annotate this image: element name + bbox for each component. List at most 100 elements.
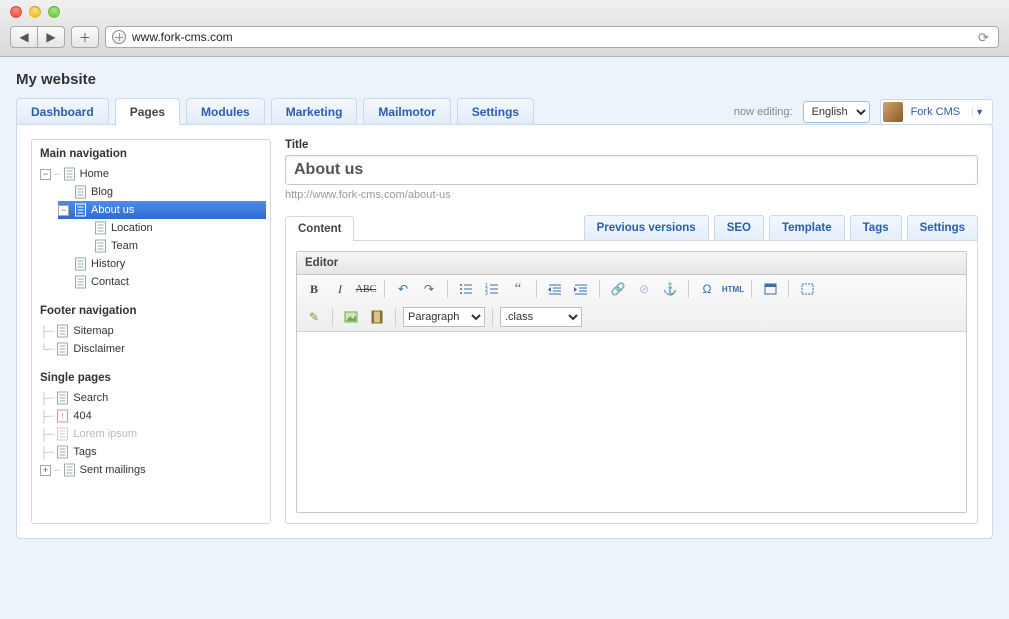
page-icon <box>63 167 76 181</box>
tree-item-contact[interactable]: Contact <box>58 273 266 291</box>
title-input[interactable] <box>285 155 978 185</box>
tree-item-location[interactable]: Location <box>78 219 266 237</box>
back-button[interactable]: ◀ <box>10 26 38 48</box>
tree-item-disclaimer[interactable]: └┄ Disclaimer <box>40 340 266 358</box>
reload-icon[interactable]: ⟳ <box>978 30 992 44</box>
media-button[interactable] <box>366 307 388 327</box>
editor-tab-template[interactable]: Template <box>769 215 845 240</box>
forward-button[interactable]: ▶ <box>37 26 65 48</box>
page-icon <box>94 239 107 253</box>
separator <box>688 280 689 298</box>
anchor-button[interactable]: ⚓ <box>659 279 681 299</box>
avatar <box>883 102 903 122</box>
warning-page-icon: ! <box>56 409 69 423</box>
tree-item-lorem[interactable]: ├┄ Lorem ipsum <box>40 425 266 443</box>
tree-item-label: Location <box>111 222 153 234</box>
tree-item-404[interactable]: ├┄ ! 404 <box>40 407 266 425</box>
page-tree-sidebar: Main navigation − ┄ Home <box>31 139 271 524</box>
special-char-button[interactable]: Ω <box>696 279 718 299</box>
tree-item-label: Lorem ipsum <box>73 428 137 440</box>
class-select[interactable]: .class <box>500 307 582 327</box>
now-editing-label: now editing: <box>734 106 793 118</box>
redo-button[interactable]: ↷ <box>418 279 440 299</box>
tab-pages[interactable]: Pages <box>115 98 180 125</box>
link-button[interactable]: 🔗 <box>607 279 629 299</box>
tree-item-label: 404 <box>73 410 91 422</box>
ordered-list-button[interactable]: 123 <box>481 279 503 299</box>
strike-button[interactable]: ABC <box>355 279 377 299</box>
site-title: My website <box>16 71 993 88</box>
address-bar[interactable]: www.fork-cms.com ⟳ <box>105 26 999 48</box>
close-window-icon[interactable] <box>10 6 22 18</box>
add-bookmark-button[interactable]: ＋ <box>71 26 99 48</box>
editor-canvas[interactable] <box>297 332 966 512</box>
undo-button[interactable]: ↶ <box>392 279 414 299</box>
tree-item-tags[interactable]: ├┄ Tags <box>40 443 266 461</box>
main-tabbar: Dashboard Pages Modules Marketing Mailmo… <box>16 98 534 125</box>
unlink-button[interactable]: ⊘ <box>633 279 655 299</box>
tree-item-sitemap[interactable]: ├┄ Sitemap <box>40 322 266 340</box>
nav-heading-main: Main navigation <box>40 148 266 160</box>
separator <box>332 308 333 326</box>
unordered-list-button[interactable] <box>455 279 477 299</box>
tree-item-sent-mailings[interactable]: + ┄ Sent mailings <box>40 461 266 479</box>
separator <box>395 308 396 326</box>
user-menu[interactable]: Fork CMS ▼ <box>880 99 993 125</box>
nav-heading-single: Single pages <box>40 372 266 384</box>
page-icon <box>74 257 87 271</box>
page-icon <box>56 324 69 338</box>
editor-tab-settings[interactable]: Settings <box>907 215 978 240</box>
tree-item-home[interactable]: − ┄ Home <box>40 165 266 183</box>
tree-item-team[interactable]: Team <box>78 237 266 255</box>
outdent-button[interactable] <box>544 279 566 299</box>
expand-icon[interactable]: + <box>40 465 51 476</box>
browser-chrome: ◀ ▶ ＋ www.fork-cms.com ⟳ <box>0 0 1009 57</box>
editor-toolbar: B I ABC ↶ ↷ 123 “ <box>297 275 966 332</box>
fullscreen-button[interactable] <box>759 279 781 299</box>
page-icon <box>56 427 69 441</box>
italic-button[interactable]: I <box>329 279 351 299</box>
format-select[interactable]: Paragraph <box>403 307 485 327</box>
show-blocks-button[interactable] <box>796 279 818 299</box>
blockquote-button[interactable]: “ <box>507 279 529 299</box>
user-name: Fork CMS <box>911 106 961 118</box>
tab-mailmotor[interactable]: Mailmotor <box>363 98 450 125</box>
page-icon <box>74 203 87 217</box>
page-icon <box>74 185 87 199</box>
svg-text:!: ! <box>62 412 64 421</box>
separator <box>492 308 493 326</box>
tab-modules[interactable]: Modules <box>186 98 265 125</box>
tree-item-history[interactable]: History <box>58 255 266 273</box>
separator <box>751 280 752 298</box>
tree-item-blog[interactable]: Blog <box>58 183 266 201</box>
separator <box>536 280 537 298</box>
bold-button[interactable]: B <box>303 279 325 299</box>
edit-button[interactable]: ✎ <box>303 307 325 327</box>
tree-item-label: History <box>91 258 125 270</box>
page-icon <box>74 275 87 289</box>
language-select[interactable]: English <box>803 101 870 123</box>
chevron-down-icon: ▼ <box>972 107 986 117</box>
indent-button[interactable] <box>570 279 592 299</box>
tree-item-label: About us <box>91 204 134 216</box>
tab-settings[interactable]: Settings <box>457 98 534 125</box>
window-controls <box>0 0 1009 22</box>
tab-dashboard[interactable]: Dashboard <box>16 98 109 125</box>
separator <box>599 280 600 298</box>
svg-text:3: 3 <box>485 291 488 295</box>
editor-tab-content[interactable]: Content <box>285 216 354 241</box>
html-source-button[interactable]: HTML <box>722 279 744 299</box>
editor-tab-tags[interactable]: Tags <box>850 215 902 240</box>
image-button[interactable] <box>340 307 362 327</box>
page-icon <box>63 463 76 477</box>
collapse-icon[interactable]: − <box>40 169 51 180</box>
minimize-window-icon[interactable] <box>29 6 41 18</box>
collapse-icon[interactable]: − <box>58 205 69 216</box>
editor-tab-previous[interactable]: Previous versions <box>584 215 709 240</box>
address-url: www.fork-cms.com <box>132 30 233 44</box>
tree-item-search[interactable]: ├┄ Search <box>40 389 266 407</box>
editor-tab-seo[interactable]: SEO <box>714 215 764 240</box>
tab-marketing[interactable]: Marketing <box>271 98 358 125</box>
tree-item-about-us[interactable]: − About us <box>58 201 266 219</box>
zoom-window-icon[interactable] <box>48 6 60 18</box>
